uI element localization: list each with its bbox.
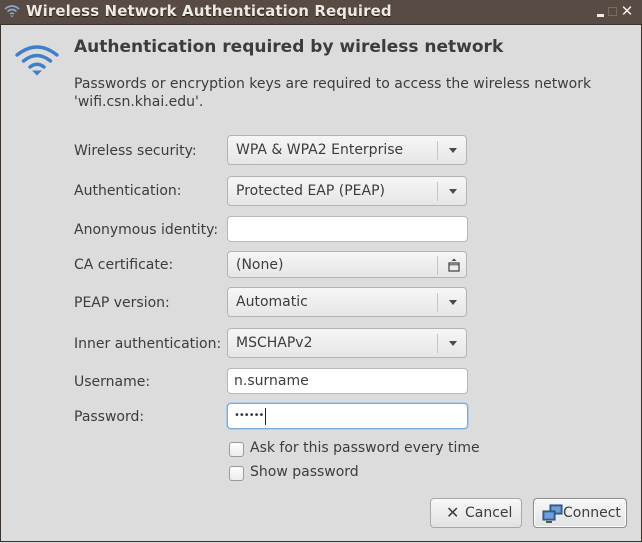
authentication-label: Authentication: — [74, 183, 182, 199]
separator — [437, 141, 438, 160]
username-label: Username: — [74, 374, 151, 390]
wireless-security-dropdown[interactable]: WPA & WPA2 Enterprise — [227, 135, 467, 165]
separator — [437, 293, 438, 312]
username-input[interactable]: n.surname — [227, 368, 468, 394]
separator — [437, 182, 438, 201]
cancel-label: Cancel — [465, 505, 513, 521]
wireless-security-label: Wireless security: — [74, 143, 197, 159]
password-input[interactable]: •••••• — [227, 403, 468, 429]
window-title: Wireless Network Authentication Required — [26, 2, 392, 20]
cancel-button[interactable]: ✕ Cancel — [430, 498, 522, 528]
username-value: n.surname — [234, 373, 309, 389]
peap-version-dropdown[interactable]: Automatic — [227, 287, 467, 317]
chevron-down-icon — [449, 148, 457, 153]
text-caret — [265, 408, 266, 425]
inner-authentication-label: Inner authentication: — [74, 336, 222, 352]
chevron-down-icon — [449, 300, 457, 305]
show-password-checkbox[interactable] — [229, 466, 244, 481]
separator — [437, 334, 438, 353]
ca-certificate-chooser[interactable]: (None) — [227, 251, 467, 278]
maximize-icon[interactable] — [606, 4, 620, 18]
authentication-value: Protected EAP (PEAP) — [236, 183, 385, 199]
wifi-icon — [4, 5, 20, 18]
description-line-1: Passwords or encryption keys are require… — [74, 76, 592, 92]
peap-version-value: Automatic — [236, 294, 308, 310]
chevron-down-icon — [449, 341, 457, 346]
anonymous-identity-label: Anonymous identity: — [74, 222, 219, 238]
ca-certificate-value: (None) — [236, 257, 284, 273]
inner-authentication-dropdown[interactable]: MSCHAPv2 — [227, 328, 467, 358]
anonymous-identity-input[interactable] — [227, 216, 468, 242]
ca-certificate-label: CA certificate: — [74, 257, 174, 273]
description-line-2: 'wifi.csn.khai.edu'. — [74, 94, 204, 110]
connect-label: Connect — [563, 505, 621, 521]
dialog-description: Passwords or encryption keys are require… — [74, 75, 614, 111]
connect-button[interactable]: Connect — [533, 498, 627, 528]
chevron-down-icon — [449, 189, 457, 194]
show-password-label[interactable]: Show password — [250, 464, 359, 480]
authentication-dropdown[interactable]: Protected EAP (PEAP) — [227, 176, 467, 206]
network-icon — [542, 504, 563, 523]
ask-password-label[interactable]: Ask for this password every time — [250, 440, 480, 456]
peap-version-label: PEAP version: — [74, 295, 170, 311]
close-icon[interactable]: ✕ — [620, 4, 634, 19]
password-label: Password: — [74, 409, 145, 425]
wifi-signal-icon — [15, 45, 59, 76]
password-value: •••••• — [234, 410, 264, 421]
inner-authentication-value: MSCHAPv2 — [236, 335, 313, 351]
cancel-x-icon: ✕ — [446, 503, 460, 522]
title-bar[interactable]: Wireless Network Authentication Required… — [0, 0, 642, 25]
ask-password-checkbox[interactable] — [229, 442, 244, 457]
separator — [437, 256, 438, 275]
file-chooser-icon — [448, 258, 460, 272]
dialog-heading: Authentication required by wireless netw… — [74, 37, 504, 57]
wireless-security-value: WPA & WPA2 Enterprise — [236, 142, 404, 158]
